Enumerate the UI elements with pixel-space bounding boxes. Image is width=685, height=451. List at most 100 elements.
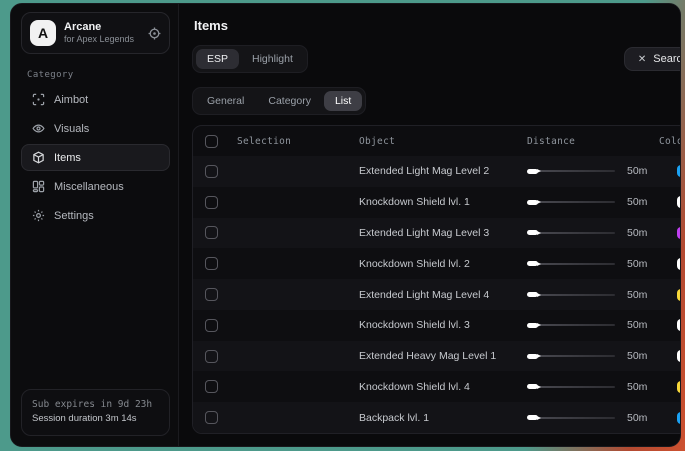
- package-icon: [31, 151, 45, 164]
- slider-track[interactable]: [539, 386, 615, 388]
- color-swatch[interactable]: [677, 412, 681, 424]
- distance-value: 50m: [619, 289, 659, 301]
- controls-row: ESPHighlight ✕ Search: [192, 45, 681, 73]
- slider-track[interactable]: [539, 263, 615, 265]
- distance-value: 50m: [619, 165, 659, 177]
- row-checkbox[interactable]: [205, 226, 218, 239]
- color-swatch[interactable]: [677, 350, 681, 362]
- slider-handle[interactable]: [527, 200, 538, 205]
- row-checkbox[interactable]: [205, 411, 218, 424]
- distance-value: 50m: [619, 196, 659, 208]
- view-tabs: GeneralCategoryList: [192, 87, 366, 115]
- color-swatch[interactable]: [677, 258, 681, 270]
- target-icon[interactable]: [148, 27, 161, 40]
- slider-track[interactable]: [539, 417, 615, 419]
- sidebar-item-aimbot[interactable]: Aimbot: [21, 86, 170, 113]
- distance-slider[interactable]: [527, 200, 615, 205]
- distance-value: 50m: [619, 412, 659, 424]
- row-checkbox[interactable]: [205, 380, 218, 393]
- category-section-label: Category: [27, 70, 166, 80]
- slider-handle[interactable]: [527, 354, 538, 359]
- distance-slider[interactable]: [527, 230, 615, 235]
- object-name: Extended Light Mag Level 4: [359, 289, 527, 301]
- object-name: Knockdown Shield lvl. 2: [359, 258, 527, 270]
- sidebar-item-settings[interactable]: Settings: [21, 202, 170, 229]
- table-row: Knockdown Shield lvl. 350m: [193, 310, 681, 341]
- sidebar-item-label: Settings: [54, 210, 94, 222]
- row-checkbox[interactable]: [205, 165, 218, 178]
- slider-track[interactable]: [539, 170, 615, 172]
- crosshair-icon: [31, 93, 45, 106]
- row-checkbox[interactable]: [205, 196, 218, 209]
- distance-slider[interactable]: [527, 169, 615, 174]
- tab-esp[interactable]: ESP: [196, 49, 239, 69]
- tab-general[interactable]: General: [196, 91, 255, 111]
- distance-slider[interactable]: [527, 261, 615, 266]
- select-all-checkbox[interactable]: [205, 135, 218, 148]
- row-checkbox[interactable]: [205, 257, 218, 270]
- search-button[interactable]: ✕ Search: [624, 47, 681, 71]
- slider-track[interactable]: [539, 355, 615, 357]
- distance-slider[interactable]: [527, 384, 615, 389]
- slider-handle[interactable]: [527, 415, 538, 420]
- distance-value: 50m: [619, 381, 659, 393]
- sidebar-item-label: Items: [54, 152, 81, 164]
- tab-category[interactable]: Category: [257, 91, 322, 111]
- color-swatch[interactable]: [677, 381, 681, 393]
- object-name: Knockdown Shield lvl. 1: [359, 196, 527, 208]
- slider-handle[interactable]: [527, 384, 538, 389]
- distance-value: 50m: [619, 258, 659, 270]
- mode-tabs: ESPHighlight: [192, 45, 308, 73]
- items-table: Selection Object Distance Color Extended…: [192, 125, 681, 434]
- tab-list[interactable]: List: [324, 91, 362, 111]
- color-swatch[interactable]: [677, 196, 681, 208]
- page-title: Items: [194, 18, 681, 33]
- slider-handle[interactable]: [527, 292, 538, 297]
- column-header-selection: Selection: [237, 136, 359, 147]
- slider-track[interactable]: [539, 324, 615, 326]
- row-checkbox[interactable]: [205, 350, 218, 363]
- slider-handle[interactable]: [527, 169, 538, 174]
- sub-expires-text: Sub expires in 9d 23h: [32, 398, 159, 413]
- slider-track[interactable]: [539, 232, 615, 234]
- slider-handle[interactable]: [527, 261, 538, 266]
- grid-icon: [31, 180, 45, 193]
- slider-handle[interactable]: [527, 230, 538, 235]
- row-checkbox[interactable]: [205, 319, 218, 332]
- slider-handle[interactable]: [527, 323, 538, 328]
- slider-track[interactable]: [539, 201, 615, 203]
- column-header-distance: Distance: [527, 136, 619, 147]
- close-icon: ✕: [638, 54, 646, 65]
- color-swatch[interactable]: [677, 319, 681, 331]
- slider-track[interactable]: [539, 294, 615, 296]
- distance-slider[interactable]: [527, 415, 615, 420]
- table-row: Knockdown Shield lvl. 2 50m: [193, 248, 681, 279]
- row-checkbox[interactable]: [205, 288, 218, 301]
- table-row: Knockdown Shield lvl. 1 50m: [193, 187, 681, 218]
- column-header-object: Object: [359, 136, 527, 147]
- app-name: Arcane: [64, 21, 140, 35]
- column-header-color: Color: [659, 136, 681, 147]
- tab-highlight[interactable]: Highlight: [241, 49, 304, 69]
- color-swatch[interactable]: [677, 289, 681, 301]
- object-name: Backpack lvl. 1: [359, 412, 527, 424]
- app-header-card: A Arcane for Apex Legends: [21, 12, 170, 54]
- sidebar-item-items[interactable]: Items: [21, 144, 170, 171]
- distance-slider[interactable]: [527, 323, 615, 328]
- sidebar-item-miscellaneous[interactable]: Miscellaneous: [21, 173, 170, 200]
- color-swatch[interactable]: [677, 227, 681, 239]
- distance-slider[interactable]: [527, 354, 615, 359]
- table-row: Extended Light Mag Level 4 50m: [193, 279, 681, 310]
- sidebar-item-label: Visuals: [54, 123, 89, 135]
- table-row: Extended Light Mag Level 350m: [193, 218, 681, 249]
- view-tabs-row: GeneralCategoryList: [192, 87, 681, 115]
- distance-value: 50m: [619, 227, 659, 239]
- sidebar-item-label: Aimbot: [54, 94, 88, 106]
- distance-value: 50m: [619, 350, 659, 362]
- sidebar-nav: Aimbot Visuals Items Miscellaneous Settings: [21, 86, 170, 229]
- app-logo: A: [30, 20, 56, 46]
- color-swatch[interactable]: [677, 165, 681, 177]
- sidebar-item-visuals[interactable]: Visuals: [21, 115, 170, 142]
- sidebar-item-label: Miscellaneous: [54, 181, 124, 193]
- distance-slider[interactable]: [527, 292, 615, 297]
